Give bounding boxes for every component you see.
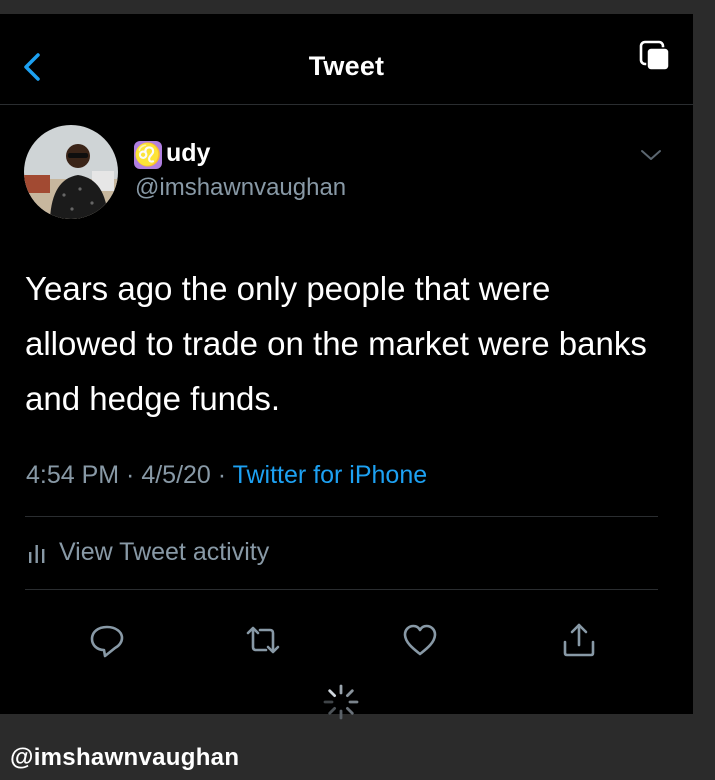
- reply-icon[interactable]: [88, 621, 126, 659]
- view-tweet-activity-button[interactable]: View Tweet activity: [28, 537, 269, 573]
- divider: [25, 516, 658, 517]
- share-icon[interactable]: [560, 621, 598, 659]
- tweet-meta: 4:54 PM · 4/5/20 · Twitter for iPhone: [26, 461, 427, 490]
- leo-emoji: ♌: [134, 141, 162, 169]
- activity-label: View Tweet activity: [58, 537, 270, 566]
- nav-bar: Tweet: [0, 14, 693, 105]
- tweet-text: Years ago the only people that were allo…: [25, 270, 647, 417]
- tweet-screen: Tweet ♌ udy @imshawnvaughan Years ago th…: [0, 14, 693, 720]
- avatar[interactable]: [24, 125, 118, 219]
- tweet-time: 4:54 PM: [26, 461, 120, 489]
- chevron-down-icon[interactable]: [637, 145, 665, 165]
- divider: [25, 589, 658, 590]
- separator: ·: [210, 461, 233, 489]
- display-name[interactable]: udy: [166, 139, 210, 168]
- separator: ·: [119, 461, 142, 489]
- watermark-caption: @imshawnvaughan: [10, 744, 240, 771]
- user-handle[interactable]: @imshawnvaughan: [135, 174, 346, 202]
- tweet-date: 4/5/20: [141, 461, 211, 489]
- retweet-icon[interactable]: [244, 621, 282, 659]
- page-title: Tweet: [308, 51, 385, 81]
- loading-spinner-icon: [323, 684, 359, 720]
- copy-icon[interactable]: [637, 38, 675, 76]
- bar-chart-icon: [29, 545, 45, 564]
- tweet-source-link[interactable]: Twitter for iPhone: [233, 461, 428, 489]
- like-icon[interactable]: [401, 621, 439, 659]
